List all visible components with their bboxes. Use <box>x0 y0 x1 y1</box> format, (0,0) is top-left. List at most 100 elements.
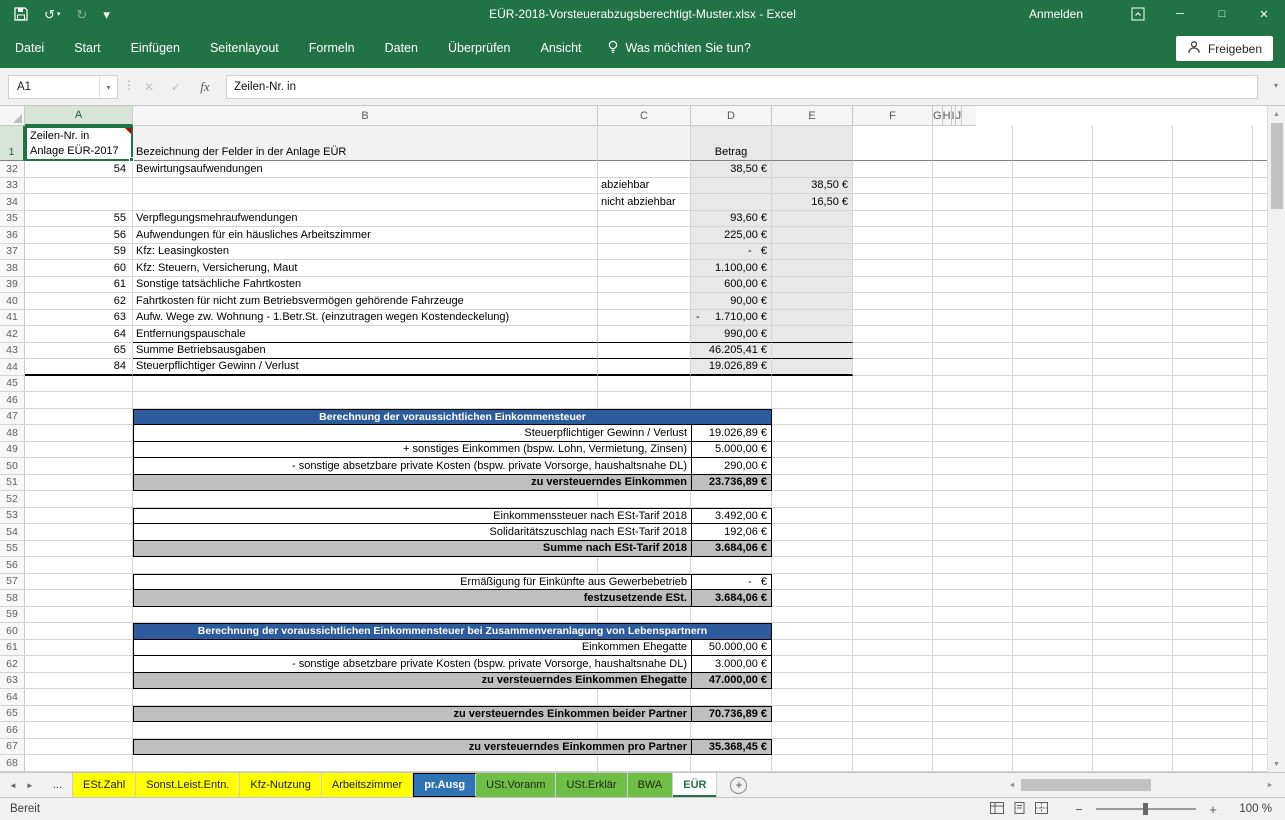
cell-J1[interactable] <box>1173 126 1253 161</box>
cell-A46[interactable] <box>25 392 133 409</box>
cell-H32[interactable] <box>1013 161 1093 178</box>
cell-H48[interactable] <box>1013 425 1093 442</box>
cell-I61[interactable] <box>1093 640 1173 657</box>
cell-H38[interactable] <box>1013 260 1093 277</box>
cell-D48[interactable]: 19.026,89 € <box>691 425 772 442</box>
cell-B55[interactable]: Summe nach ESt-Tarif 2018 <box>133 541 691 558</box>
cell-C32[interactable] <box>598 161 691 178</box>
row-header-32[interactable]: 32 <box>0 161 25 178</box>
cell-J61[interactable] <box>1173 640 1253 657</box>
cell-F37[interactable] <box>853 244 933 261</box>
cell-H42[interactable] <box>1013 326 1093 343</box>
cell-J56[interactable] <box>1173 557 1253 574</box>
cancel-icon[interactable]: ✕ <box>136 75 162 99</box>
cell-H50[interactable] <box>1013 458 1093 475</box>
cell-B53[interactable]: Einkommenssteuer nach ESt-Tarif 2018 <box>133 508 691 525</box>
row-header-40[interactable]: 40 <box>0 293 25 310</box>
cell-A65[interactable] <box>25 706 133 723</box>
cell-D41[interactable]: -1.710,00 € <box>691 310 772 327</box>
cell-B50[interactable]: - sonstige absetzbare private Kosten (bs… <box>133 458 691 475</box>
cell-A39[interactable]: 61 <box>25 277 133 294</box>
cell-C41[interactable] <box>598 310 691 327</box>
cell-E59[interactable] <box>772 607 853 624</box>
cell-D61[interactable]: 50.000,00 € <box>691 640 772 657</box>
cell-B45[interactable] <box>133 376 598 393</box>
cell-B52[interactable] <box>133 491 598 508</box>
ribbon-tab-ansicht[interactable]: Ansicht <box>526 28 597 68</box>
cell-J64[interactable] <box>1173 689 1253 706</box>
row-header-48[interactable]: 48 <box>0 425 25 442</box>
cell-I54[interactable] <box>1093 524 1173 541</box>
cell-E55[interactable] <box>772 541 853 558</box>
cell-B63[interactable]: zu versteuerndes Einkommen Ehegatte <box>133 673 691 690</box>
cell-B56[interactable] <box>133 557 598 574</box>
scroll-up-icon[interactable]: ▲ <box>1268 106 1285 122</box>
cell-H58[interactable] <box>1013 590 1093 607</box>
cell-A32[interactable]: 54 <box>25 161 133 178</box>
cell-K41[interactable] <box>1253 310 1267 327</box>
cell-A45[interactable] <box>25 376 133 393</box>
ribbon-tab-start[interactable]: Start <box>59 28 115 68</box>
cell-K68[interactable] <box>1253 755 1267 772</box>
cell-I42[interactable] <box>1093 326 1173 343</box>
cell-A57[interactable] <box>25 574 133 591</box>
cell-I39[interactable] <box>1093 277 1173 294</box>
cell-E34[interactable]: 16,50 € <box>772 194 853 211</box>
zoom-slider-thumb[interactable] <box>1143 803 1148 815</box>
cell-F58[interactable] <box>853 590 933 607</box>
cell-K59[interactable] <box>1253 607 1267 624</box>
insert-function-icon[interactable]: fx <box>192 75 218 99</box>
cell-A53[interactable] <box>25 508 133 525</box>
row-header-54[interactable]: 54 <box>0 524 25 541</box>
cell-F47[interactable] <box>853 409 933 426</box>
cell-E63[interactable] <box>772 673 853 690</box>
cell-G50[interactable] <box>933 458 1013 475</box>
cell-J44[interactable] <box>1173 359 1253 376</box>
cell-A47[interactable] <box>25 409 133 426</box>
cell-D64[interactable] <box>691 689 772 706</box>
cell-J55[interactable] <box>1173 541 1253 558</box>
cell-F56[interactable] <box>853 557 933 574</box>
cell-K65[interactable] <box>1253 706 1267 723</box>
cell-G65[interactable] <box>933 706 1013 723</box>
cell-K32[interactable] <box>1253 161 1267 178</box>
cell-B49[interactable]: + sonstiges Einkommen (bspw. Lohn, Vermi… <box>133 442 691 459</box>
cell-G43[interactable] <box>933 343 1013 360</box>
cell-I49[interactable] <box>1093 442 1173 459</box>
cell-J38[interactable] <box>1173 260 1253 277</box>
ribbon-tab-datei[interactable]: Datei <box>0 28 59 68</box>
cell-D43[interactable]: 46.205,41 € <box>691 343 772 360</box>
cell-C40[interactable] <box>598 293 691 310</box>
row-header-49[interactable]: 49 <box>0 442 25 459</box>
cell-B57[interactable]: Ermäßigung für Einkünfte aus Gewerbebetr… <box>133 574 691 591</box>
cell-I59[interactable] <box>1093 607 1173 624</box>
cell-K60[interactable] <box>1253 623 1267 640</box>
cell-H1[interactable] <box>1013 126 1093 161</box>
cell-H53[interactable] <box>1013 508 1093 525</box>
column-header-B[interactable]: B <box>133 106 598 126</box>
cell-H68[interactable] <box>1013 755 1093 772</box>
cell-G1[interactable] <box>933 126 1013 161</box>
cell-K48[interactable] <box>1253 425 1267 442</box>
cell-F41[interactable] <box>853 310 933 327</box>
cell-E58[interactable] <box>772 590 853 607</box>
cell-F50[interactable] <box>853 458 933 475</box>
cell-J33[interactable] <box>1173 178 1253 195</box>
column-header-C[interactable]: C <box>598 106 691 126</box>
row-header-53[interactable]: 53 <box>0 508 25 525</box>
row-header-43[interactable]: 43 <box>0 343 25 360</box>
cell-F32[interactable] <box>853 161 933 178</box>
cell-I1[interactable] <box>1093 126 1173 161</box>
horizontal-scrollbar[interactable]: ◄ ► <box>1003 776 1279 794</box>
cell-I68[interactable] <box>1093 755 1173 772</box>
cell-A48[interactable] <box>25 425 133 442</box>
cell-H33[interactable] <box>1013 178 1093 195</box>
cell-K62[interactable] <box>1253 656 1267 673</box>
sheet-tab-est-zahl[interactable]: ESt.Zahl <box>73 773 136 797</box>
cell-B59[interactable] <box>133 607 598 624</box>
cell-E44[interactable] <box>772 359 853 376</box>
cell-G55[interactable] <box>933 541 1013 558</box>
cell-F34[interactable] <box>853 194 933 211</box>
maximize-button[interactable]: □ <box>1201 0 1243 28</box>
cell-H55[interactable] <box>1013 541 1093 558</box>
